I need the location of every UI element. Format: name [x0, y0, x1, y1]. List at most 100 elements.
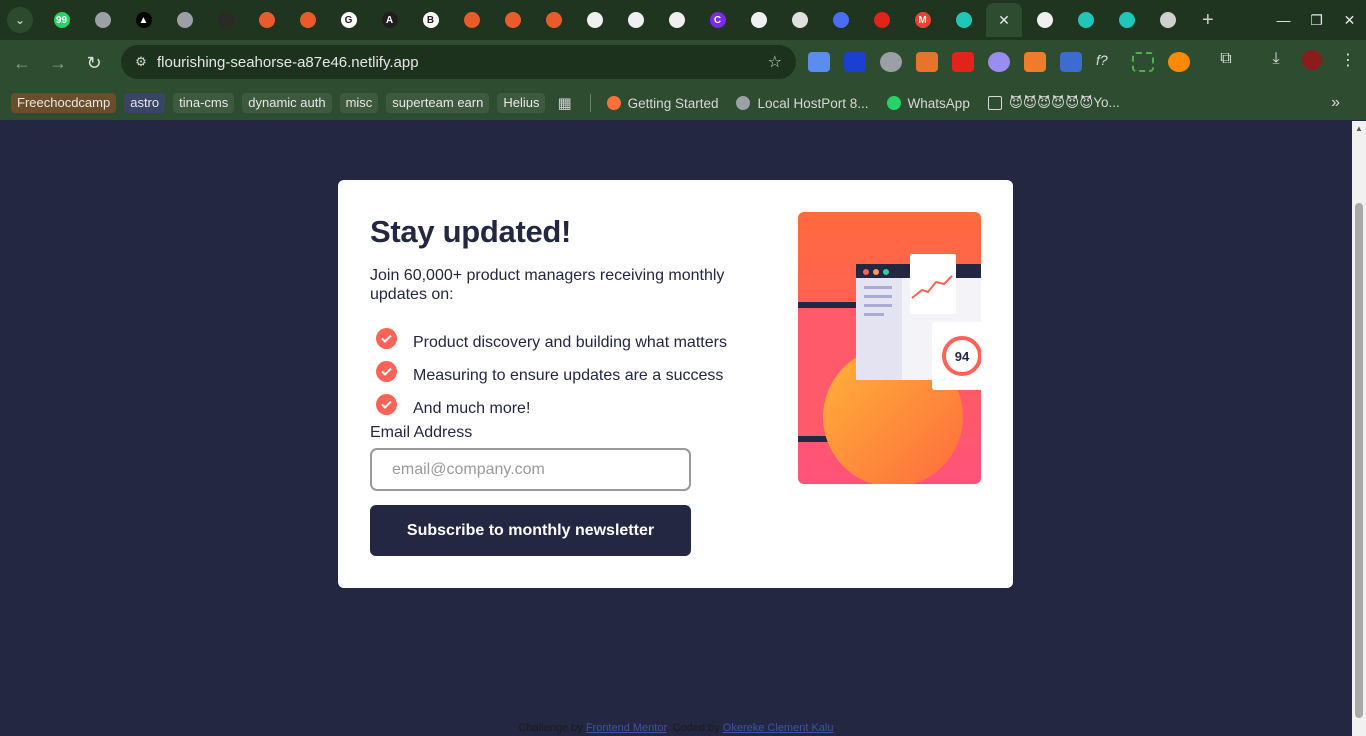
bookmark-folder-chip[interactable]: superteam earn	[386, 93, 490, 113]
ghost-icon[interactable]	[988, 52, 1010, 72]
openai-icon	[791, 12, 808, 28]
close-window-icon[interactable]: ✕	[1333, 12, 1366, 29]
download-icon[interactable]: ⤓	[1258, 50, 1294, 70]
browser-tab[interactable]	[738, 3, 779, 37]
browser-tab[interactable]	[943, 3, 984, 37]
browser-tab[interactable]: G	[328, 3, 369, 37]
browser-tab[interactable]	[1024, 3, 1065, 37]
browser-tab[interactable]	[246, 3, 287, 37]
brand-icon	[832, 12, 849, 28]
minimize-icon[interactable]: —	[1267, 12, 1300, 28]
tab-search-button[interactable]: ⌄	[7, 7, 33, 33]
browser-tab[interactable]	[205, 3, 246, 37]
browser-tab[interactable]	[492, 3, 533, 37]
browser-tab[interactable]	[861, 3, 902, 37]
page-scrollbar[interactable]: ▲	[1352, 121, 1366, 736]
browser-tab[interactable]	[1065, 3, 1106, 37]
more-bookmarks-icon[interactable]: »	[1331, 94, 1340, 112]
browser-tab[interactable]: A	[369, 3, 410, 37]
github-icon	[627, 12, 644, 28]
scrollbar-thumb[interactable]	[1355, 203, 1363, 718]
browser-tab[interactable]	[451, 3, 492, 37]
browser-tab[interactable]	[533, 3, 574, 37]
bookmark-link[interactable]: 😈😈😈😈😈😈Yo...	[987, 95, 1120, 111]
screenshot-icon[interactable]	[1132, 52, 1154, 72]
bookmark-folder-chip[interactable]: Helius	[497, 93, 546, 113]
browser-tab[interactable]: B	[410, 3, 451, 37]
browser-tab[interactable]	[615, 3, 656, 37]
illustration-art: 94	[798, 212, 981, 484]
browser-tab[interactable]	[656, 3, 697, 37]
github-icon	[750, 12, 767, 28]
extension-icon[interactable]	[1060, 52, 1082, 72]
toolbar-right: ⧉ ⤓ ⋮	[1208, 50, 1366, 70]
browser-tab[interactable]	[164, 3, 205, 37]
puzzle-icon[interactable]: ⧉	[1208, 50, 1244, 70]
close-tab-icon[interactable]: ✕	[998, 12, 1010, 29]
bookmark-label: 😈😈😈😈😈😈Yo...	[1008, 95, 1120, 110]
subscribe-button[interactable]: Subscribe to monthly newsletter	[370, 505, 691, 556]
bookmark-links: Getting Started Local HostPort 8... WhatsA…	[606, 95, 1138, 111]
extension-icon[interactable]	[844, 52, 866, 72]
browser-tab[interactable]	[1147, 3, 1188, 37]
bookmark-folder-chip[interactable]: Freechocdcamp	[11, 93, 117, 113]
browser-tab[interactable]	[779, 3, 820, 37]
extension-icon[interactable]	[916, 52, 938, 72]
new-tab-button[interactable]: +	[1202, 9, 1214, 32]
netlify-icon	[955, 12, 972, 28]
email-input[interactable]	[370, 448, 691, 491]
extension-icon[interactable]	[1168, 52, 1190, 72]
netlify-icon	[1118, 12, 1135, 28]
canva-icon: C	[709, 12, 726, 28]
bookmark-label: Getting Started	[627, 95, 719, 111]
whatsapp-icon: 99	[53, 12, 70, 28]
feature-text: And much more!	[413, 399, 531, 417]
forward-button[interactable]: →	[40, 53, 76, 74]
browser-tab[interactable]	[1106, 3, 1147, 37]
bookmark-folder-chip[interactable]: astro	[124, 93, 166, 113]
bookmark-folder-chip[interactable]: tina-cms	[173, 93, 235, 113]
llama-icon	[258, 12, 275, 28]
maximize-icon[interactable]: ❐	[1300, 12, 1333, 29]
bookmark-folder-chip[interactable]: misc	[339, 93, 379, 113]
gmail-icon: M	[914, 12, 931, 28]
tab-list: 99 ▲ G A B C M ✕	[41, 3, 1188, 37]
back-button[interactable]: ←	[4, 53, 40, 74]
function-icon[interactable]: f?	[1096, 52, 1118, 72]
page-title: Stay updated!	[370, 214, 572, 249]
browser-tab[interactable]: M	[902, 3, 943, 37]
extension-icon[interactable]	[808, 52, 830, 72]
apps-grid-icon[interactable]: ▦	[557, 94, 571, 112]
profile-avatar[interactable]	[1302, 50, 1322, 70]
bookmark-link[interactable]: WhatsApp	[886, 95, 970, 111]
tab-strip: ⌄ 99 ▲ G A B C M ✕ + — ❐ ✕	[0, 0, 1366, 40]
author-link[interactable]: Okereke Clement Kalu	[723, 722, 834, 734]
firefox-icon	[606, 96, 621, 110]
brand-icon	[873, 12, 890, 28]
browser-tab[interactable]: C	[697, 3, 738, 37]
extension-icon[interactable]	[952, 52, 974, 72]
globe-icon[interactable]	[880, 52, 902, 72]
bookmark-chips: Freechocdcamp astro tina-cms dynamic auth mi…	[11, 93, 553, 113]
browser-tab[interactable]: 99	[41, 3, 82, 37]
kebab-menu-icon[interactable]: ⋮	[1330, 50, 1366, 70]
feature-text: Measuring to ensure updates are a succes…	[413, 366, 724, 384]
browser-tab[interactable]	[287, 3, 328, 37]
frontend-mentor-link[interactable]: Frontend Mentor	[586, 722, 667, 734]
browser-tab[interactable]	[820, 3, 861, 37]
browser-tab[interactable]	[574, 3, 615, 37]
bookmark-star-icon[interactable]: ☆	[768, 52, 782, 72]
attribution-text: Challenge by	[518, 722, 583, 734]
site-info-icon[interactable]: ⚙	[131, 54, 151, 70]
bookmark-link[interactable]: Local HostPort 8...	[736, 95, 869, 111]
reload-button[interactable]: ↻	[76, 53, 112, 74]
address-url[interactable]: flourishing-seahorse-a87e46.netlify.app	[157, 54, 419, 71]
scroll-up-icon[interactable]: ▲	[1355, 124, 1363, 133]
browser-tab[interactable]	[82, 3, 123, 37]
bookmark-link[interactable]: Getting Started	[606, 95, 719, 111]
bookmark-folder-chip[interactable]: dynamic auth	[242, 93, 332, 113]
fox-icon[interactable]	[1024, 52, 1046, 72]
address-bar[interactable]: ⚙ flourishing-seahorse-a87e46.netlify.ap…	[121, 45, 796, 79]
active-tab[interactable]: ✕	[986, 3, 1022, 37]
browser-tab[interactable]: ▲	[123, 3, 164, 37]
